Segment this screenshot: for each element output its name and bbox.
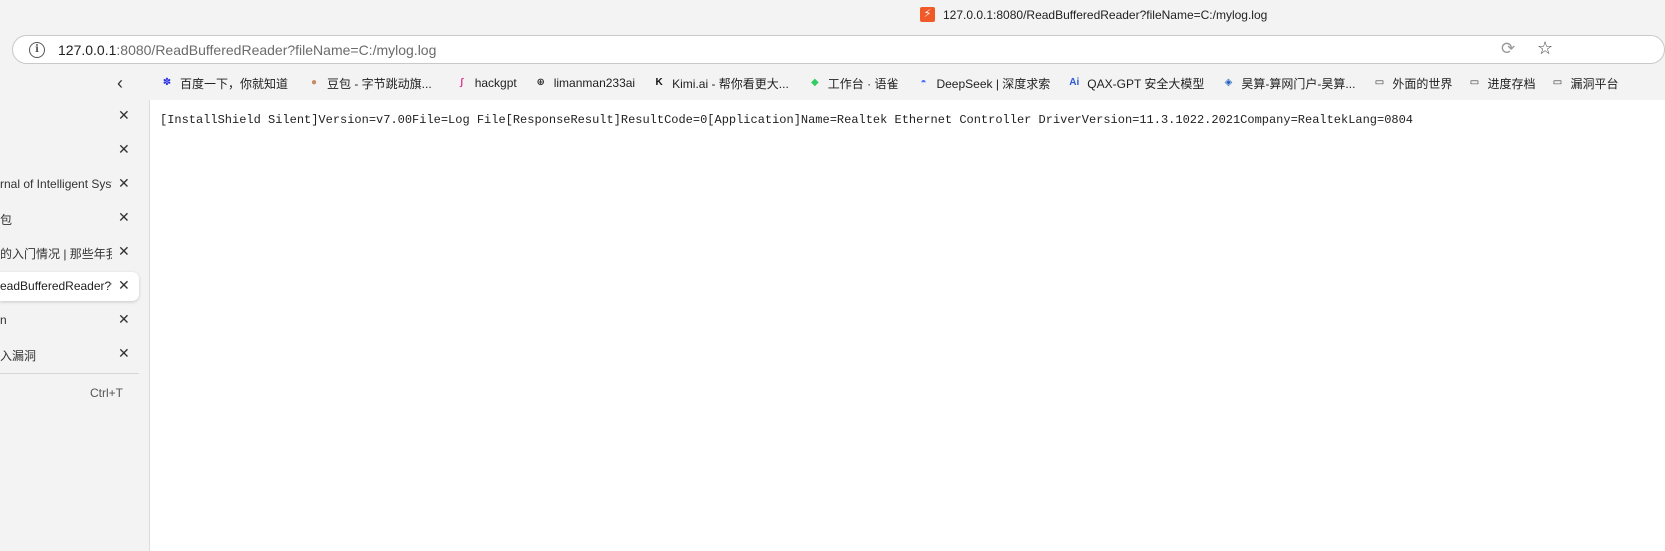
bookmark-item[interactable]: Ai QAX-GPT 安全大模型 <box>1067 74 1204 92</box>
bookmarks-bar: ‹ ✽ 百度一下，你就知道 ● 豆包 - 字节跳动旗... ∫ hackgpt ⊕ liman… <box>0 66 1665 100</box>
sidebar-tab[interactable]: ✕ <box>0 136 139 165</box>
site-favicon-icon: ⚡ <box>920 7 935 22</box>
doubao-icon: ● <box>310 77 318 88</box>
bookmark-label: 百度一下，你就知道 <box>180 76 289 91</box>
bookmark-label: 漏洞平台 <box>1570 76 1619 91</box>
hackgpt-icon: ∫ <box>460 77 464 88</box>
sidebar-tab-label: n <box>0 313 7 327</box>
folder-icon: ▭ <box>1552 77 1563 88</box>
globe-icon: ⊕ <box>536 77 545 88</box>
yuque-icon: ◆ <box>810 77 819 88</box>
sidebar-tab[interactable]: n ✕ <box>0 306 139 335</box>
haosuan-icon: ◈ <box>1224 77 1233 88</box>
bookmark-item[interactable]: ▭ 进度存档 <box>1467 74 1536 92</box>
bookmark-item[interactable]: ⊕ limanman233ai <box>534 74 636 92</box>
sidebar-tab[interactable]: 包 ✕ <box>0 204 139 233</box>
bookmark-list: ✽ 百度一下，你就知道 ● 豆包 - 字节跳动旗... ∫ hackgpt ⊕ limanma… <box>160 74 1633 92</box>
title-bar: ⚡ 127.0.0.1:8080/ReadBufferedReader?file… <box>0 0 1665 33</box>
collapse-sidebar-icon[interactable]: ‹ <box>117 73 123 94</box>
new-tab-shortcut[interactable]: Ctrl+T <box>90 386 123 400</box>
close-tab-icon[interactable]: ✕ <box>118 345 130 362</box>
bookmark-label: 外面的世界 <box>1392 76 1453 91</box>
bookmark-item[interactable]: ◈ 昊算-算网门户-昊算... <box>1221 74 1356 92</box>
close-tab-icon[interactable]: ✕ <box>118 141 130 158</box>
bookmark-label: hackgpt <box>474 76 517 90</box>
sidebar-tab[interactable]: 的入门情况 | 那些年我们 ✕ <box>0 238 139 267</box>
vertical-tabs-sidebar: Ctrl+T ✕ ✕ rnal of Intelligent Syste ✕ 包 ✕ 的入门… <box>0 100 149 551</box>
bookmark-label: QAX-GPT 安全大模型 <box>1087 76 1205 91</box>
bookmark-label: DeepSeek | 深度求索 <box>936 76 1051 91</box>
close-tab-icon[interactable]: ✕ <box>118 243 130 260</box>
close-tab-icon[interactable]: ✕ <box>118 175 130 192</box>
refresh-icon[interactable]: ⟳ <box>1501 39 1515 59</box>
bookmark-label: 昊算-算网门户-昊算... <box>1241 76 1356 91</box>
close-tab-icon[interactable]: ✕ <box>118 277 130 294</box>
sidebar-tab-label: 的入门情况 | 那些年我们 <box>0 247 112 261</box>
log-file-text: [InstallShield Silent]Version=v7.00File=… <box>160 113 1414 127</box>
url-text[interactable]: 127.0.0.1:8080/ReadBufferedReader?fileNa… <box>58 42 436 58</box>
tab-title-text: 127.0.0.1:8080/ReadBufferedReader?fileNa… <box>943 7 1268 22</box>
bookmark-item[interactable]: K Kimi.ai - 帮你看更大... <box>652 74 789 92</box>
url-path: :8080/ReadBufferedReader?fileName=C:/myl… <box>116 42 437 58</box>
sidebar-divider <box>0 373 139 374</box>
sidebar-tab-label: 入漏洞 <box>0 349 37 363</box>
bookmark-item[interactable]: ◆ 工作台 · 语雀 <box>808 74 899 92</box>
bookmark-label: limanman233ai <box>553 76 636 90</box>
sidebar-tab-label: eadBufferedReader?file <box>0 279 112 293</box>
qax-icon: Ai <box>1069 77 1080 88</box>
folder-icon: ▭ <box>1469 77 1480 88</box>
bookmark-item[interactable]: ● 豆包 - 字节跳动旗... <box>307 74 432 92</box>
bookmark-label: 工作台 · 语雀 <box>827 76 899 91</box>
url-host: 127.0.0.1 <box>58 42 117 58</box>
sidebar-tab-label: 包 <box>0 213 13 227</box>
sidebar-tab[interactable]: ✕ <box>0 102 139 131</box>
bookmark-item[interactable]: ✽ 百度一下，你就知道 <box>160 74 288 92</box>
deepseek-icon: ◓ <box>920 77 927 88</box>
sidebar-tab[interactable]: eadBufferedReader?file ✕ <box>0 272 139 301</box>
bookmark-label: Kimi.ai - 帮你看更大... <box>672 76 789 91</box>
navigation-toolbar: i 127.0.0.1:8080/ReadBufferedReader?file… <box>0 33 1665 66</box>
close-tab-icon[interactable]: ✕ <box>118 209 130 226</box>
bookmark-label: 进度存档 <box>1487 76 1536 91</box>
kimi-icon: K <box>655 77 663 88</box>
sidebar-tab-label: rnal of Intelligent Syste <box>0 177 112 191</box>
bookmark-item[interactable]: ▭ 外面的世界 <box>1372 74 1453 92</box>
site-info-icon[interactable]: i <box>29 42 45 58</box>
sidebar-tab[interactable]: 入漏洞 ✕ <box>0 340 139 369</box>
bookmark-label: 豆包 - 字节跳动旗... <box>327 76 432 91</box>
close-tab-icon[interactable]: ✕ <box>118 107 130 124</box>
bookmark-item[interactable]: ▭ 漏洞平台 <box>1550 74 1619 92</box>
bookmark-item[interactable]: ∫ hackgpt <box>455 74 517 92</box>
page-content: [InstallShield Silent]Version=v7.00File=… <box>149 100 1665 551</box>
active-tab-title[interactable]: ⚡ 127.0.0.1:8080/ReadBufferedReader?file… <box>920 7 1267 22</box>
folder-icon: ▭ <box>1374 77 1385 88</box>
address-bar[interactable]: i 127.0.0.1:8080/ReadBufferedReader?file… <box>12 35 1665 64</box>
bookmark-star-icon[interactable]: ☆ <box>1537 38 1553 59</box>
bookmark-item[interactable]: ◓ DeepSeek | 深度求索 <box>916 74 1050 92</box>
close-tab-icon[interactable]: ✕ <box>118 311 130 328</box>
baidu-icon: ✽ <box>162 77 172 88</box>
sidebar-tab[interactable]: rnal of Intelligent Syste ✕ <box>0 170 139 199</box>
